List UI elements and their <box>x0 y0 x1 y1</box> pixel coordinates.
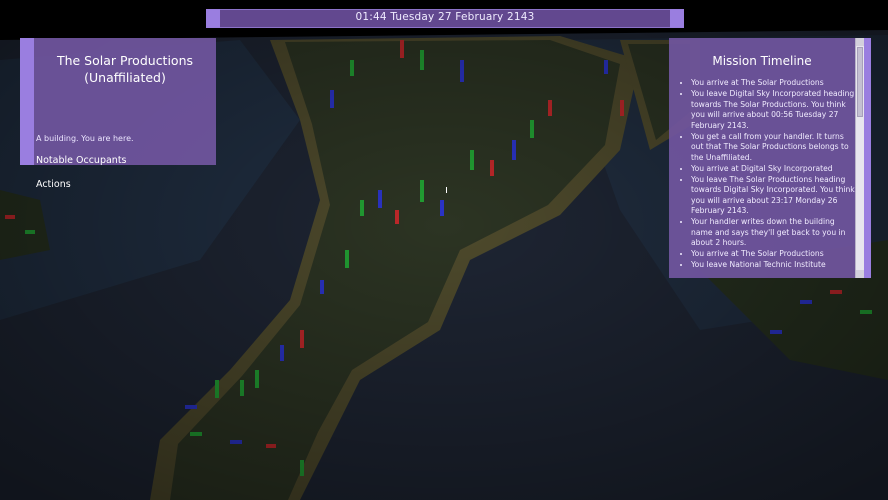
timeline-entry: You arrive at The Solar Productions <box>691 249 856 260</box>
timeline-scrollbar[interactable] <box>855 38 864 278</box>
mission-timeline-title: Mission Timeline <box>712 54 812 68</box>
location-panel: The Solar Productions (Unaffiliated) A b… <box>20 38 216 190</box>
game-clock: 01:44 Tuesday 27 February 2143 <box>355 11 535 23</box>
location-description: A building. You are here. <box>36 134 134 143</box>
timeline-entry: You leave Digital Sky Incorporated headi… <box>691 89 856 131</box>
timeline-entry: You get a call from your handler. It tur… <box>691 132 856 164</box>
timeline-entry: You leave National Technic Institute <box>691 260 856 271</box>
clock-bar: 01:44 Tuesday 27 February 2143 <box>206 9 684 28</box>
timeline-entry: You arrive at The Solar Productions <box>691 78 856 89</box>
location-panel-stripe <box>20 38 34 165</box>
scroll-up-button[interactable] <box>856 38 864 46</box>
timeline-entry: Your handler writes down the building na… <box>691 217 856 249</box>
timeline-entry: You leave The Solar Productions heading … <box>691 175 856 217</box>
location-title: The Solar Productions (Unaffiliated) <box>56 53 194 85</box>
timeline-list: You arrive at The Solar Productions You … <box>679 78 856 271</box>
cursor-marker <box>446 187 447 193</box>
scroll-down-button[interactable] <box>856 270 864 278</box>
actions-section[interactable]: Actions <box>36 179 71 190</box>
notable-occupants-section[interactable]: Notable Occupants <box>36 155 127 166</box>
timeline-entry: You arrive at Digital Sky Incorporated <box>691 164 856 175</box>
timeline-panel-stripe <box>864 38 871 278</box>
scroll-thumb[interactable] <box>857 47 863 117</box>
mission-timeline-panel: Mission Timeline You arrive at The Solar… <box>669 38 871 278</box>
game-viewport[interactable]: 01:44 Tuesday 27 February 2143 The Solar… <box>0 0 888 500</box>
